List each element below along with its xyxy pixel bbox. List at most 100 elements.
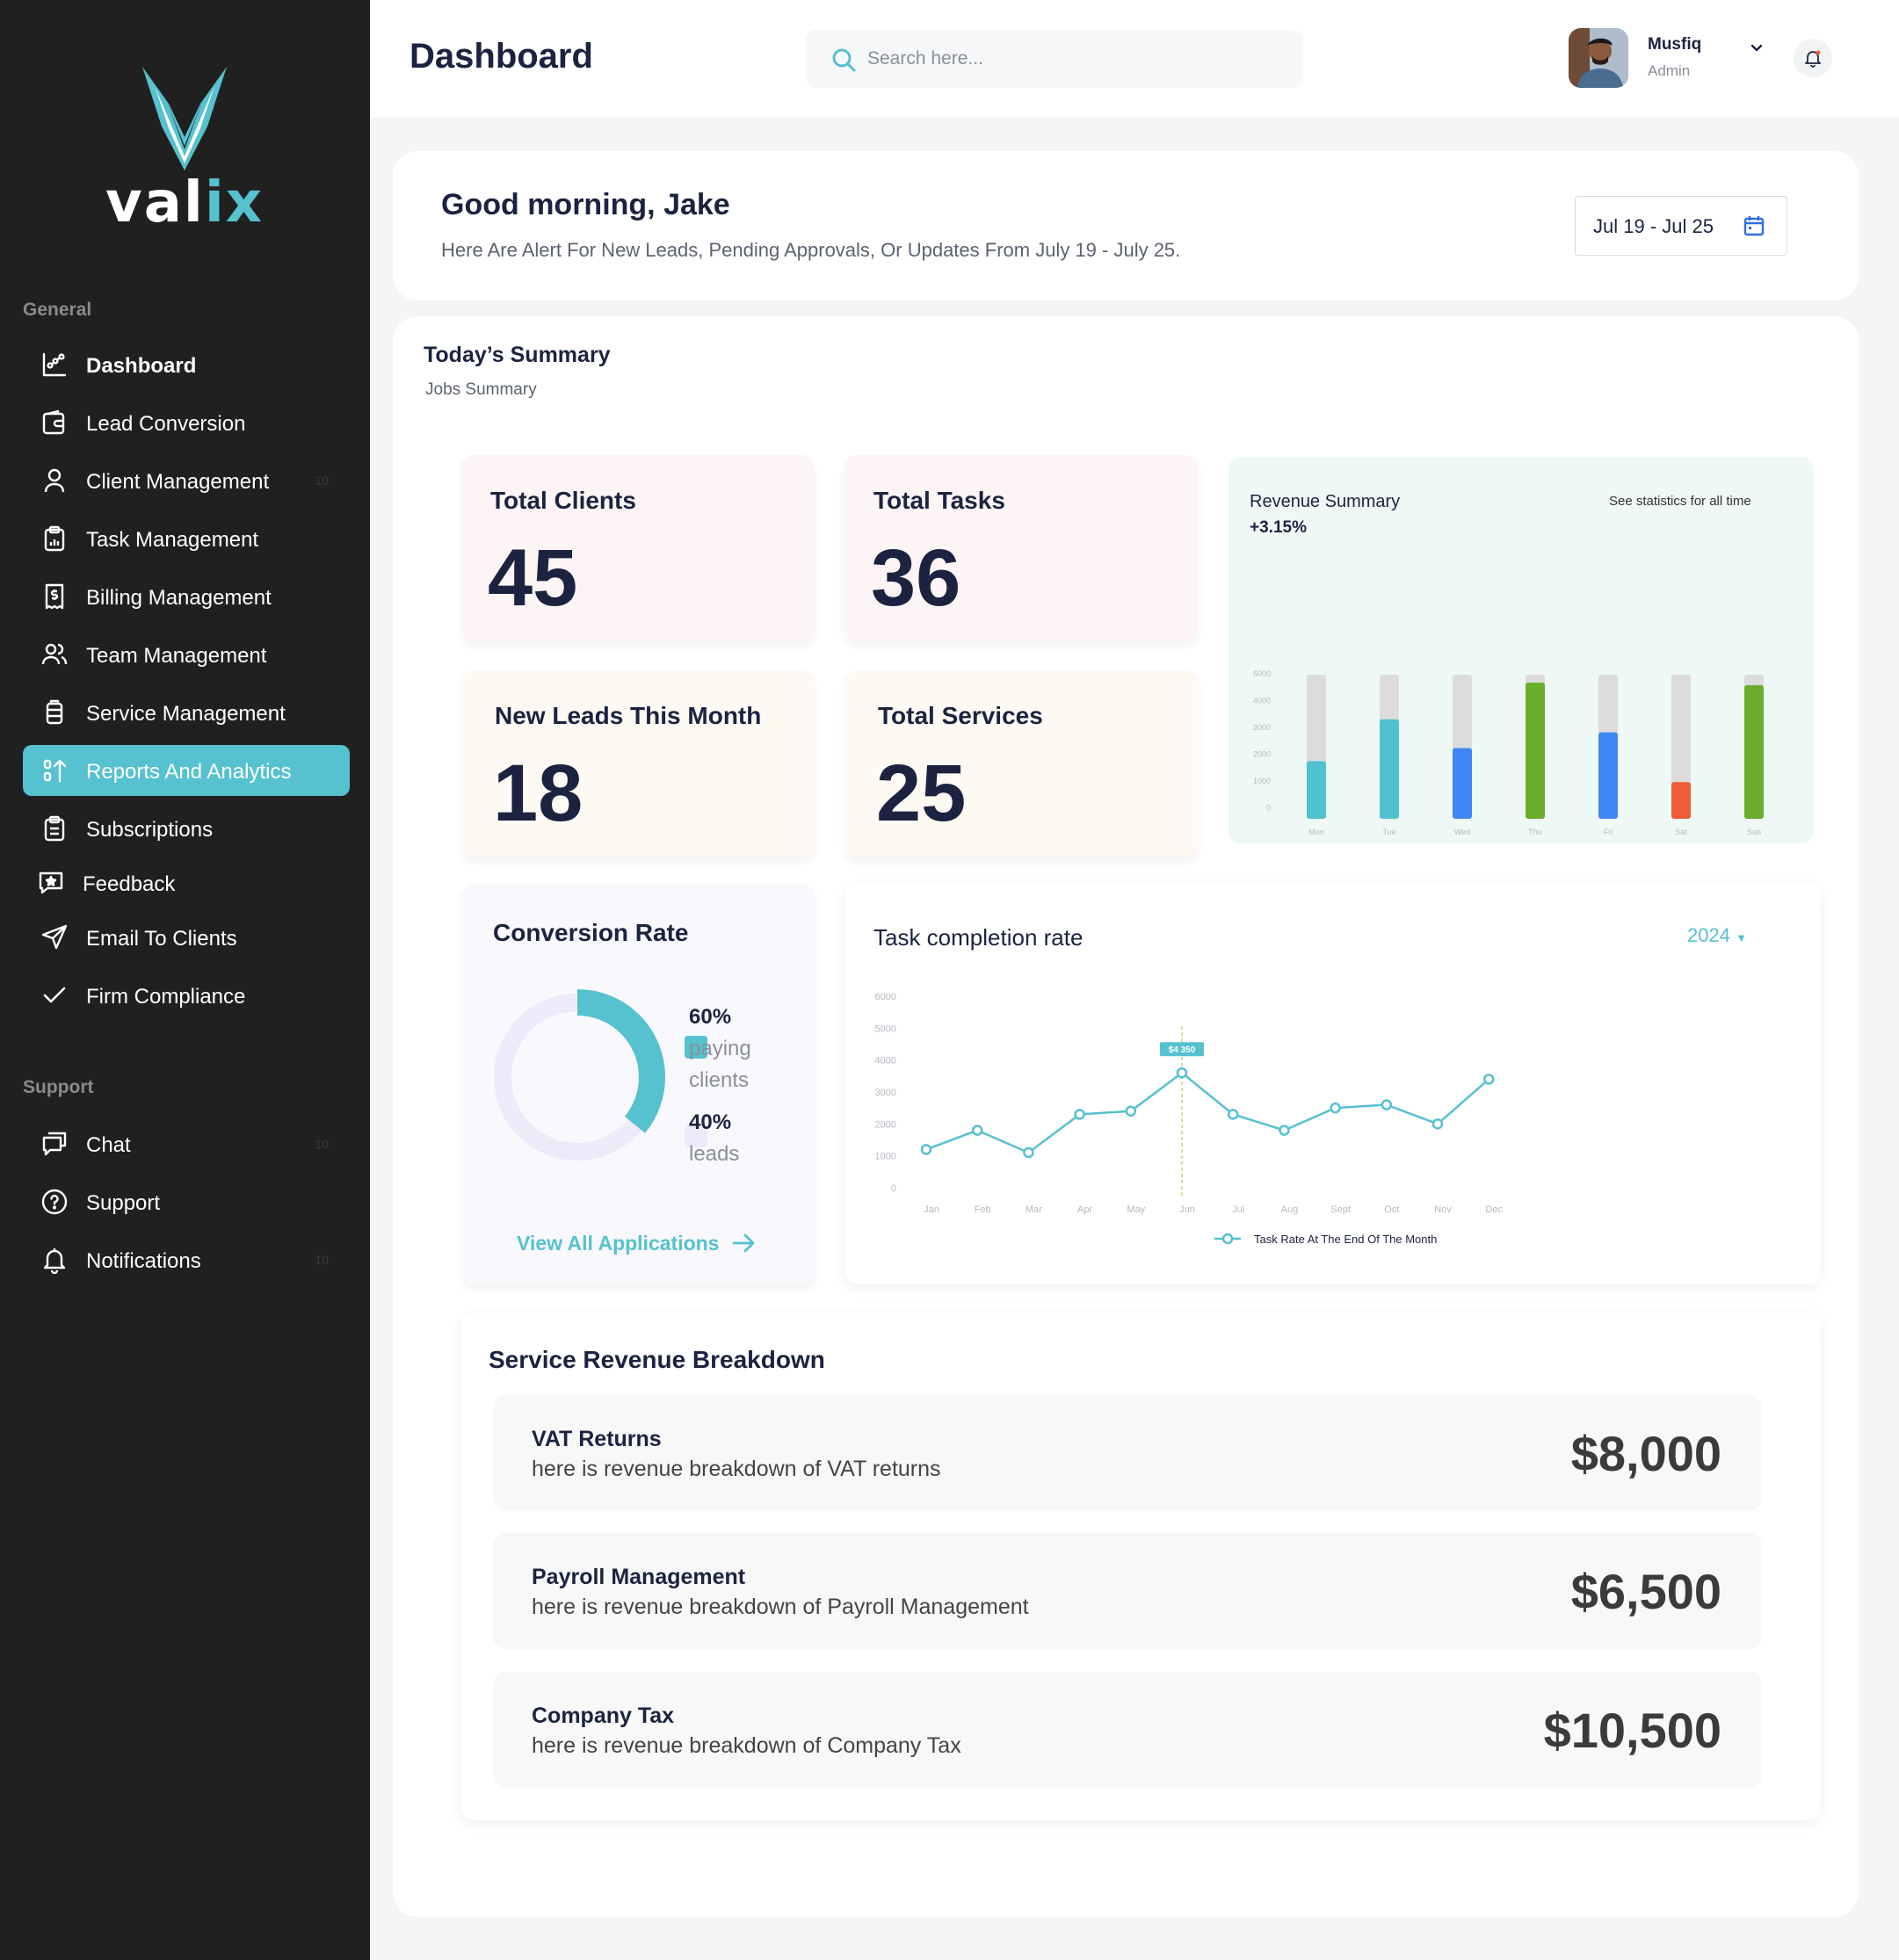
check-icon xyxy=(40,981,69,1009)
x-tick-label: Feb xyxy=(975,1204,991,1215)
sidebar-item-subscriptions[interactable]: Subscriptions xyxy=(23,803,350,854)
sidebar-item-notifications[interactable]: Notifications 10 xyxy=(23,1234,350,1285)
revenue-summary-card: Revenue Summary +3.15% See statistics fo… xyxy=(1229,457,1814,843)
stat-new-leads[interactable]: New Leads This Month 18 xyxy=(461,670,815,857)
sidebar-item-support[interactable]: Support xyxy=(23,1176,350,1227)
stat-value: 18 xyxy=(493,749,583,838)
search-icon xyxy=(832,48,856,72)
series-line xyxy=(925,1071,1490,1154)
avatar[interactable] xyxy=(1569,28,1628,88)
legend-marker xyxy=(1221,1233,1234,1245)
sidebar-item-lead-conversion[interactable]: Lead Conversion xyxy=(23,397,350,448)
sidebar-item-label: Reports And Analytics xyxy=(86,760,292,784)
x-tick-label: Mar xyxy=(1026,1204,1042,1215)
stat-total-services[interactable]: Total Services 25 xyxy=(844,670,1198,857)
breakdown-row[interactable]: Payroll Management here is revenue break… xyxy=(493,1533,1762,1649)
x-tick-label: Thu xyxy=(1528,828,1542,836)
task-line-chart: 6000 5000 4000 3000 2000 1000 0 Jan Feb Mar Apr May… xyxy=(875,992,1504,1246)
sidebar-item-chat[interactable]: Chat 10 xyxy=(23,1118,350,1169)
invoice-dollar-icon xyxy=(40,582,69,611)
send-icon xyxy=(40,923,69,951)
bar xyxy=(1307,761,1326,819)
stat-total-clients[interactable]: Total Clients 45 xyxy=(461,455,815,641)
legend-paying: 60% paying clients xyxy=(689,1005,751,1092)
date-range-picker[interactable]: Jul 19 - Jul 25 xyxy=(1575,196,1787,256)
summary-title: Today’s Summary xyxy=(424,343,611,367)
sidebar-item-label: Chat xyxy=(86,1133,131,1157)
clipboard-list-icon xyxy=(40,814,69,843)
bar xyxy=(1671,782,1691,819)
sidebar-item-label: Email To Clients xyxy=(86,927,237,951)
valix-v-icon xyxy=(142,67,227,170)
conversion-title: Conversion Rate xyxy=(493,919,689,946)
bar xyxy=(1598,732,1618,819)
sidebar-item-label: Billing Management xyxy=(86,586,272,610)
y-tick-label: 5000 xyxy=(1253,669,1271,678)
data-point xyxy=(971,1125,983,1136)
sidebar-item-firm-compliance[interactable]: Firm Compliance xyxy=(23,970,350,1021)
y-tick-label: 3000 xyxy=(875,1088,896,1098)
data-point xyxy=(920,1144,932,1155)
arrow-right-icon[interactable] xyxy=(730,1232,757,1255)
sidebar-item-client-management[interactable]: Client Management 10 xyxy=(23,455,350,506)
bar xyxy=(1744,684,1764,819)
y-tick-label: 3000 xyxy=(1253,723,1271,732)
x-tick-label: Sat xyxy=(1675,828,1687,836)
y-tick-label: 4000 xyxy=(1253,697,1271,705)
notification-button[interactable] xyxy=(1794,39,1832,77)
x-tick-label: Jun xyxy=(1179,1204,1195,1215)
brand-wordmark: valix xyxy=(105,170,265,235)
y-tick-label: 0 xyxy=(891,1183,896,1194)
service-amount: $8,000 xyxy=(1570,1426,1721,1481)
x-tick-label: May xyxy=(1127,1204,1145,1215)
users-icon xyxy=(40,640,69,669)
sidebar-item-dashboard[interactable]: Dashboard xyxy=(23,339,350,390)
stat-total-tasks[interactable]: Total Tasks 36 xyxy=(844,455,1198,641)
tooltip-label: $4 350 xyxy=(1169,1045,1196,1055)
sidebar-item-team-management[interactable]: Team Management xyxy=(23,629,350,680)
stat-value: 25 xyxy=(876,749,967,838)
view-all-applications-link[interactable]: View All Applications xyxy=(517,1232,719,1255)
stat-label: Total Services xyxy=(878,702,1043,729)
x-tick-label: Tue xyxy=(1382,828,1395,836)
sidebar-item-count: 10 xyxy=(315,474,329,488)
bell-icon xyxy=(1805,50,1821,68)
sidebar-item-billing-management[interactable]: Billing Management xyxy=(23,571,350,622)
sidebar-item-reports-and-analytics[interactable]: Reports And Analytics xyxy=(23,745,350,796)
x-tick-label: Dec xyxy=(1485,1204,1503,1215)
service-amount: $6,500 xyxy=(1570,1564,1721,1619)
sidebar-item-email-to-clients[interactable]: Email To Clients xyxy=(23,912,350,963)
sidebar-item-label: Client Management xyxy=(86,470,270,494)
service-description: here is revenue breakdown of Company Tax xyxy=(532,1733,961,1758)
data-point xyxy=(1381,1099,1393,1110)
section-general-label: General xyxy=(23,300,92,320)
date-range-label: Jul 19 - Jul 25 xyxy=(1593,215,1714,237)
help-icon xyxy=(40,1188,69,1216)
page-title: Dashboard xyxy=(410,37,593,76)
conversion-donut-chart xyxy=(489,989,665,1165)
search-input[interactable] xyxy=(867,30,1280,88)
x-tick-label: Sept xyxy=(1330,1204,1351,1215)
stat-label: Total Tasks xyxy=(873,487,1005,514)
service-name: VAT Returns xyxy=(532,1427,662,1451)
sidebar-item-task-management[interactable]: Task Management xyxy=(23,513,350,564)
x-tick-label: Wed xyxy=(1454,828,1470,836)
sidebar-item-service-management[interactable]: Service Management xyxy=(23,687,350,738)
sidebar: valix General Dashboard Lead Conversion … xyxy=(0,0,370,1960)
chevron-down-icon[interactable] xyxy=(1748,39,1765,56)
breakdown-row[interactable]: Company Tax here is revenue breakdown of… xyxy=(493,1672,1762,1788)
sidebar-item-label: Team Management xyxy=(86,644,267,668)
sidebar-item-feedback[interactable]: Feedback xyxy=(23,857,350,908)
brand-logo[interactable]: valix xyxy=(97,58,272,235)
calendar-icon xyxy=(1743,216,1765,236)
breakdown-row[interactable]: VAT Returns here is revenue breakdown of… xyxy=(493,1395,1762,1511)
service-description: here is revenue breakdown of Payroll Man… xyxy=(532,1595,1029,1619)
data-point xyxy=(1125,1105,1137,1117)
stat-label: New Leads This Month xyxy=(495,702,762,729)
sidebar-item-label: Subscriptions xyxy=(86,818,214,842)
data-point xyxy=(1176,1067,1188,1079)
x-tick-label: Oct xyxy=(1384,1204,1399,1215)
support-nav: Chat 10 Support Notifications 10 xyxy=(23,1118,350,1285)
data-point xyxy=(1431,1118,1444,1130)
search-box[interactable] xyxy=(806,30,1303,88)
